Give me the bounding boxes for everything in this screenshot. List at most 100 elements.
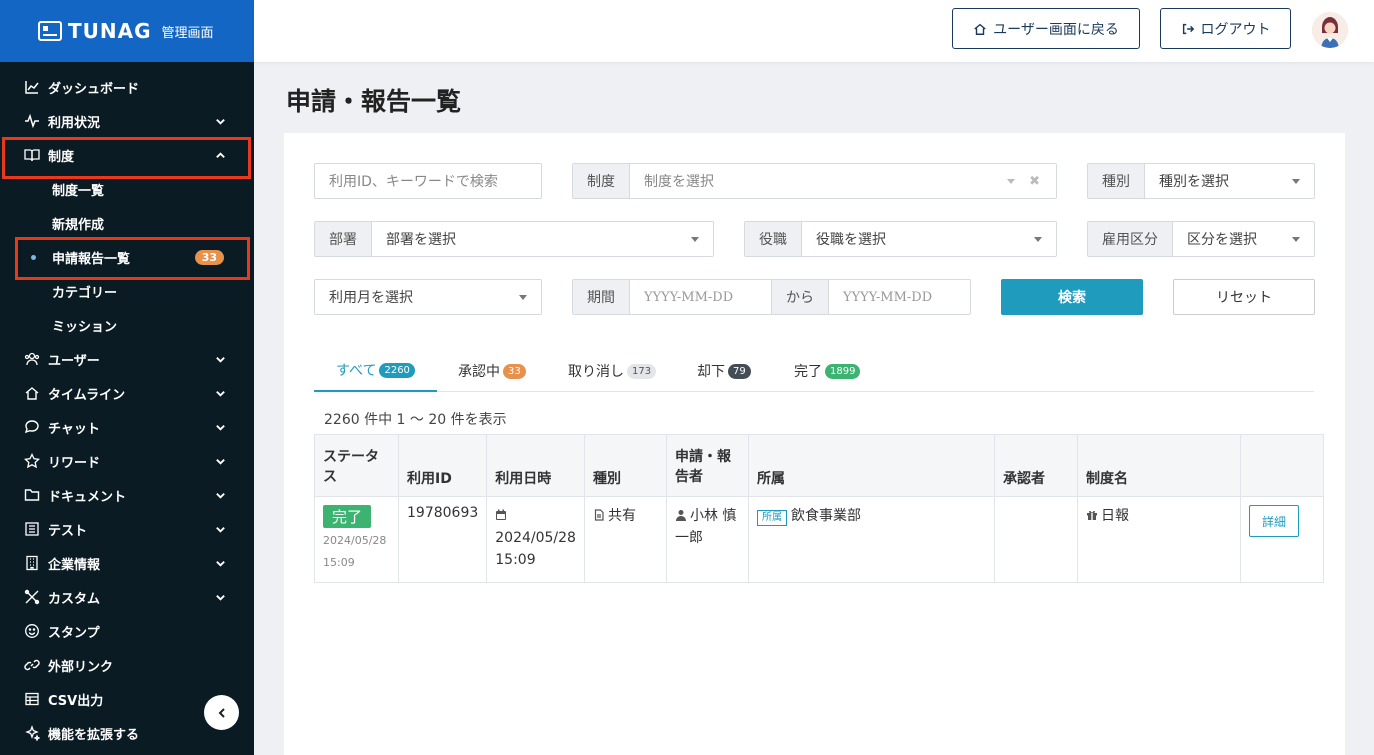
koyou-label: 雇用区分 bbox=[1088, 222, 1173, 256]
shubetsu-select[interactable]: 種別 種別を選択 bbox=[1087, 163, 1315, 199]
sidebar-item-label: 利用状況 bbox=[48, 115, 101, 131]
calendar-icon bbox=[495, 509, 507, 521]
sidebar-item-chat[interactable]: チャット bbox=[0, 410, 254, 444]
period-range: 期間 YYYY-MM-DD から YYYY-MM-DD bbox=[572, 279, 971, 315]
tab-cancelled[interactable]: 取り消し 173 bbox=[568, 350, 657, 392]
brand-name: TUNAG bbox=[68, 19, 152, 43]
cell-status: 完了 2024/05/28 15:09 bbox=[314, 496, 399, 583]
tab-count-badge: 173 bbox=[627, 363, 657, 379]
pulse-icon bbox=[23, 112, 41, 130]
clear-icon[interactable]: ✖ bbox=[1029, 174, 1040, 189]
building-icon bbox=[23, 554, 41, 572]
sidebar-subitem-reports[interactable]: 申請報告一覧 33 bbox=[0, 240, 254, 274]
tab-label: すべて bbox=[336, 363, 377, 379]
home-icon bbox=[973, 22, 987, 36]
keyword-search-input[interactable]: 利用ID、キーワードで検索 bbox=[314, 163, 542, 199]
avatar[interactable] bbox=[1312, 12, 1348, 48]
chat-bubble-icon bbox=[23, 418, 41, 436]
search-button[interactable]: 検索 bbox=[1001, 279, 1143, 315]
chevron-up-icon bbox=[214, 149, 226, 161]
chevron-down-icon bbox=[214, 557, 226, 569]
page-title: 申請・報告一覧 bbox=[286, 87, 462, 116]
sidebar-item-seido[interactable]: 制度 bbox=[0, 138, 254, 172]
dropdown-arrow-icon bbox=[691, 236, 699, 242]
chevron-down-icon bbox=[214, 421, 226, 433]
busho-select[interactable]: 部署 部署を選択 bbox=[314, 221, 714, 257]
sidebar-subitem-seido-list[interactable]: 制度一覧 bbox=[0, 172, 254, 206]
seido-label: 制度 bbox=[573, 164, 630, 198]
month-select[interactable]: 利用月を選択 bbox=[314, 279, 542, 315]
kind-value: 共有 bbox=[607, 508, 636, 524]
date-from-input[interactable]: YYYY-MM-DD bbox=[630, 280, 772, 314]
tools-icon bbox=[23, 588, 41, 606]
seido-name: 日報 bbox=[1100, 508, 1129, 524]
dropdown-arrow-icon bbox=[519, 294, 527, 300]
sidebar-item-label: CSV出力 bbox=[48, 693, 104, 709]
brand-bar[interactable]: TUNAG 管理画面 bbox=[0, 0, 254, 62]
dropdown-arrow-icon bbox=[1034, 236, 1042, 242]
gift-icon bbox=[1086, 509, 1098, 521]
tab-count-badge: 2260 bbox=[379, 362, 415, 378]
table-row: 完了 2024/05/28 15:09 19780693 2024/05/28 … bbox=[314, 496, 1324, 583]
pending-count-badge: 33 bbox=[194, 249, 224, 265]
chevron-down-icon bbox=[214, 387, 226, 399]
sidebar-item-document[interactable]: ドキュメント bbox=[0, 478, 254, 512]
tab-rejected[interactable]: 却下 79 bbox=[697, 350, 751, 392]
col-seido-name: 制度名 bbox=[1076, 434, 1241, 497]
tab-pending[interactable]: 承認中 33 bbox=[458, 350, 526, 392]
sidebar-subitem-category[interactable]: カテゴリー bbox=[0, 274, 254, 308]
sidebar-subitem-mission[interactable]: ミッション bbox=[0, 308, 254, 342]
cell-id: 19780693 bbox=[397, 496, 488, 583]
sidebar-subitem-label: ミッション bbox=[52, 319, 118, 335]
tunag-logo-icon bbox=[38, 21, 62, 41]
tab-label: 承認中 bbox=[458, 364, 500, 380]
sidebar-item-label: テスト bbox=[48, 523, 88, 539]
sidebar-item-label: 企業情報 bbox=[48, 557, 101, 573]
chevron-down-icon bbox=[214, 523, 226, 535]
sidebar-item-dashboard[interactable]: ダッシュボード bbox=[0, 70, 254, 104]
yakushoku-select[interactable]: 役職 役職を選択 bbox=[744, 221, 1057, 257]
sidebar-item-company[interactable]: 企業情報 bbox=[0, 546, 254, 580]
yakushoku-placeholder: 役職を選択 bbox=[816, 232, 886, 248]
user-icon bbox=[675, 509, 687, 521]
tab-all[interactable]: すべて 2260 bbox=[314, 350, 437, 392]
back-to-user-label: ユーザー画面に戻る bbox=[993, 21, 1119, 38]
cell-affiliation: 所属 飲食事業部 bbox=[747, 496, 995, 583]
back-to-user-button[interactable]: ユーザー画面に戻る bbox=[952, 8, 1140, 49]
sidebar-subitem-label: カテゴリー bbox=[52, 285, 118, 301]
home-icon bbox=[23, 384, 41, 402]
keyword-placeholder: 利用ID、キーワードで検索 bbox=[329, 174, 498, 190]
col-kind: 種別 bbox=[583, 434, 667, 497]
sidebar-collapse-button[interactable] bbox=[204, 695, 239, 730]
logout-button[interactable]: ログアウト bbox=[1160, 8, 1291, 49]
sidebar-item-usage[interactable]: 利用状況 bbox=[0, 104, 254, 138]
sidebar-subitem-new[interactable]: 新規作成 bbox=[0, 206, 254, 240]
sidebar-item-test[interactable]: テスト bbox=[0, 512, 254, 546]
cell-seido: 日報 bbox=[1076, 496, 1241, 583]
sidebar-item-users[interactable]: ユーザー bbox=[0, 342, 254, 376]
result-summary: 2260 件中 1 〜 20 件を表示 bbox=[324, 412, 507, 428]
from-label: から bbox=[772, 280, 829, 314]
tab-label: 完了 bbox=[794, 364, 822, 380]
tab-completed[interactable]: 完了 1899 bbox=[794, 350, 861, 392]
tab-count-badge: 33 bbox=[503, 363, 526, 379]
sidebar-item-reward[interactable]: リワード bbox=[0, 444, 254, 478]
date-to-input[interactable]: YYYY-MM-DD bbox=[829, 290, 970, 305]
sidebar-item-timeline[interactable]: タイムライン bbox=[0, 376, 254, 410]
status-badge: 完了 bbox=[323, 505, 372, 528]
table-header-row: ステータス 利用ID 利用日時 種別 申請・報告者 所属 承認者 制度名 bbox=[314, 434, 1324, 497]
sidebar-item-stamp[interactable]: スタンプ bbox=[0, 614, 254, 648]
sidebar-item-label: カスタム bbox=[48, 591, 101, 607]
reset-button[interactable]: リセット bbox=[1173, 279, 1315, 315]
sidebar-item-custom[interactable]: カスタム bbox=[0, 580, 254, 614]
seido-select[interactable]: 制度 制度を選択 ✖ bbox=[572, 163, 1057, 199]
tab-count-badge: 1899 bbox=[825, 363, 861, 379]
detail-button[interactable]: 詳細 bbox=[1248, 505, 1299, 537]
koyou-select[interactable]: 雇用区分 区分を選択 bbox=[1087, 221, 1315, 257]
cell-kind: 共有 bbox=[583, 496, 667, 583]
brand-subtitle: 管理画面 bbox=[161, 25, 214, 41]
cell-actions: 詳細 bbox=[1239, 496, 1324, 583]
chevron-down-icon bbox=[214, 353, 226, 365]
sidebar-item-label: スタンプ bbox=[48, 625, 100, 641]
sidebar-item-external-link[interactable]: 外部リンク bbox=[0, 648, 254, 682]
